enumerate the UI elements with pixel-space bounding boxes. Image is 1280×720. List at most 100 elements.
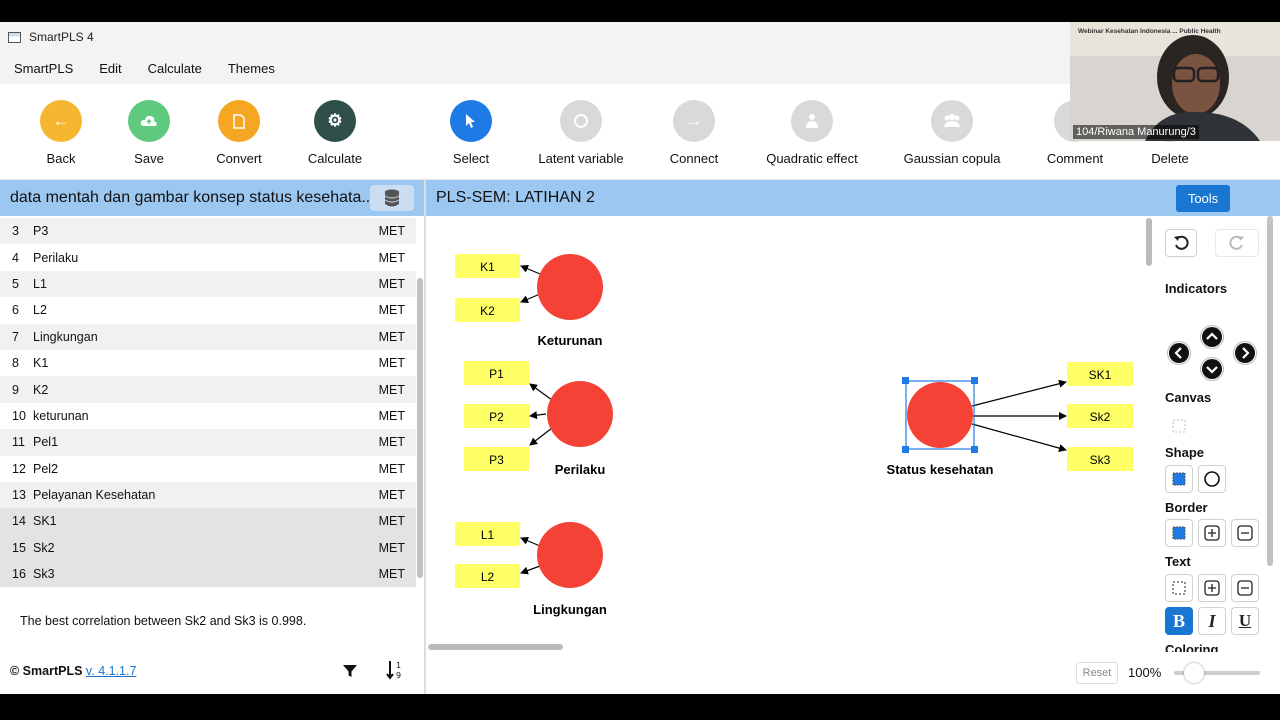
indicator-row[interactable]: 14 SK1 MET [0,508,416,535]
database-button[interactable] [370,185,414,211]
indicator-sk2[interactable]: Sk2 [1067,404,1133,428]
latent-circle-perilaku[interactable] [547,381,613,447]
border-style-button[interactable] [1165,519,1193,547]
border-increase-button[interactable] [1198,519,1226,547]
shape-circle-button[interactable] [1198,465,1226,493]
document-icon [218,100,260,142]
model-canvas[interactable]: K1 K2 Keturunan P1 P2 P3 Perilaku L1 L2 … [426,216,1144,642]
row-number: 9 [12,382,19,397]
circle-icon [560,100,602,142]
indicator-p3[interactable]: P3 [464,447,529,471]
indicator-p2[interactable]: P2 [464,404,529,428]
latent-circle-status-kesehatan[interactable] [907,382,973,448]
row-number: 12 [12,461,26,476]
zoom-reset-button[interactable]: Reset [1076,662,1118,684]
indicators-left-button[interactable] [1168,342,1190,364]
text-section-title: Text [1165,554,1191,569]
version-link[interactable]: v. 4.1.1.7 [86,664,137,678]
latent-status-kesehatan[interactable]: SK1 Sk2 Sk3 Status kesehatan [887,362,1133,477]
indicator-row[interactable]: 8 K1 MET [0,350,416,376]
svg-text:L2: L2 [481,570,495,584]
latent-circle-lingkungan[interactable] [537,522,603,588]
indicator-row[interactable]: 3 P3 MET [0,218,416,245]
undo-button[interactable] [1165,229,1197,257]
connect-button[interactable]: → Connect [634,100,754,166]
indicator-row[interactable]: 5 L1 MET [0,270,416,298]
gaussian-copula-label: Gaussian copula [903,151,1001,166]
zoom-slider-knob[interactable] [1184,663,1204,683]
indicator-row[interactable]: 16 Sk3 MET [0,561,416,588]
canvas-hscroll-thumb[interactable] [428,644,563,650]
indicator-k1[interactable]: K1 [455,254,520,278]
indicator-row[interactable]: 12 Pel2 MET [0,456,416,482]
indicators-down-button[interactable] [1201,358,1223,380]
canvas-vertical-scrollbar[interactable] [1144,216,1154,642]
indicator-sk3[interactable]: Sk3 [1067,447,1133,471]
chevron-down-icon [1202,359,1222,379]
row-number: 15 [12,540,26,555]
square-icon [1172,472,1186,486]
row-type: MET [378,567,405,582]
canvas-vscroll-thumb[interactable] [1146,218,1152,266]
row-name: Lingkungan [33,329,98,344]
tools-button[interactable]: Tools [1176,185,1230,212]
canvas-horizontal-scrollbar[interactable] [426,642,1154,652]
menu-calculate[interactable]: Calculate [148,61,202,76]
canvas-grid-toggle[interactable] [1165,412,1193,440]
sort-numeric-icon[interactable]: 19 [386,660,404,683]
row-number: 8 [12,356,19,371]
indicator-l2[interactable]: L2 [455,564,520,588]
menu-edit[interactable]: Edit [99,61,121,76]
indicator-list: 3 P3 MET 4 Perilaku MET 5 L1 MET 6 L2 MET 7 Lingkunga… [0,218,416,592]
row-name: P3 [33,224,49,239]
indicator-row[interactable]: 13 Pelayanan Kesehatan MET [0,481,416,509]
menu-themes[interactable]: Themes [228,61,275,76]
indicator-p1[interactable]: P1 [464,361,529,385]
latent-circle-keturunan[interactable] [537,254,603,320]
cursor-icon [450,100,492,142]
calculate-button[interactable]: ⚙ Calculate [275,100,395,166]
list-scroll-thumb[interactable] [417,278,423,578]
row-type: MET [378,303,405,318]
indicator-row[interactable]: 11 Pel1 MET [0,429,416,456]
row-name: Pel1 [33,435,59,450]
underline-button[interactable]: U [1231,607,1259,635]
status-message: The best correlation between Sk2 and Sk3… [20,614,307,628]
indicator-row[interactable]: 15 Sk2 MET [0,534,416,562]
indicator-row[interactable]: 6 L2 MET [0,297,416,323]
svg-text:1: 1 [396,661,401,670]
italic-button[interactable]: I [1198,607,1226,635]
indicators-right-button[interactable] [1234,342,1256,364]
indicator-row[interactable]: 9 K2 MET [0,376,416,403]
menu-smartpls[interactable]: SmartPLS [14,61,73,76]
text-increase-button[interactable] [1198,574,1226,602]
indicator-k2[interactable]: K2 [455,298,520,322]
list-scrollbar[interactable] [416,218,424,592]
gaussian-copula-button[interactable]: Gaussian copula [892,100,1012,166]
indicator-l1[interactable]: L1 [455,522,520,546]
row-type: MET [378,540,405,555]
bold-button[interactable]: B [1165,607,1193,635]
latent-variable-button[interactable]: Latent variable [521,100,641,166]
quadratic-effect-button[interactable]: Quadratic effect [752,100,872,166]
text-box-button[interactable] [1165,574,1193,602]
row-name: SK1 [33,514,57,529]
latent-perilaku[interactable]: P1 P2 P3 Perilaku [464,361,613,477]
indicators-up-button[interactable] [1201,326,1223,348]
minus-box-icon [1237,580,1253,596]
database-icon [384,189,400,207]
side-panel-scrollbar[interactable] [1266,216,1274,652]
indicator-row[interactable]: 4 Perilaku MET [0,244,416,270]
border-decrease-button[interactable] [1231,519,1259,547]
filter-icon[interactable] [343,664,357,683]
select-button[interactable]: Select [411,100,531,166]
indicator-sk1[interactable]: SK1 [1067,362,1133,386]
latent-lingkungan[interactable]: L1 L2 Lingkungan [455,522,607,617]
redo-button[interactable] [1215,229,1259,257]
latent-keturunan[interactable]: K1 K2 Keturunan [455,254,603,348]
indicator-row[interactable]: 10 keturunan MET [0,403,416,429]
indicator-row[interactable]: 7 Lingkungan MET [0,323,416,350]
side-scroll-thumb[interactable] [1267,216,1273,566]
text-decrease-button[interactable] [1231,574,1259,602]
shape-rectangle-button[interactable] [1165,465,1193,493]
